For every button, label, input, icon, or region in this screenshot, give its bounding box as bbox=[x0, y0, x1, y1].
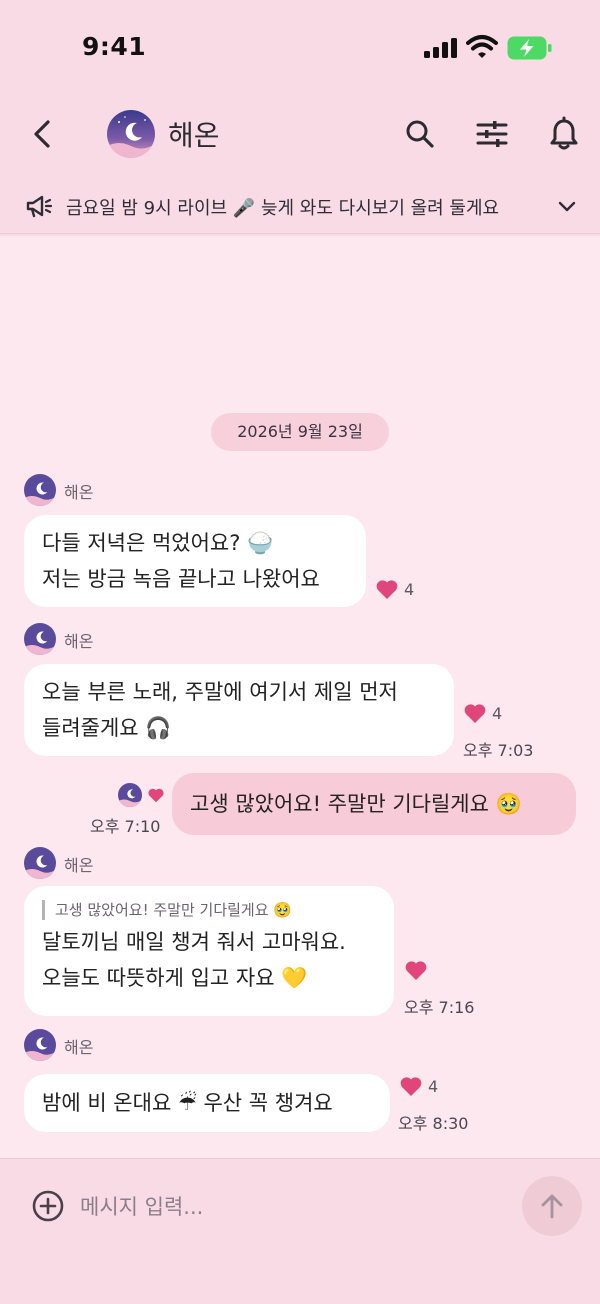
add-attachment-icon[interactable] bbox=[31, 1189, 65, 1223]
message-text: 들려줄게요 🎧 bbox=[42, 716, 172, 740]
sliders-icon[interactable] bbox=[474, 116, 510, 152]
heart-icon[interactable] bbox=[404, 959, 428, 981]
heart-icon[interactable] bbox=[147, 787, 165, 803]
arrow-up-icon bbox=[541, 1194, 563, 1219]
read-avatar bbox=[118, 783, 142, 807]
message-input[interactable] bbox=[80, 1181, 510, 1233]
search-icon[interactable] bbox=[402, 116, 438, 152]
moon-avatar-image bbox=[24, 1029, 56, 1061]
moon-avatar-image bbox=[118, 783, 142, 807]
moon-avatar-image bbox=[24, 847, 56, 879]
avatar[interactable] bbox=[107, 110, 155, 158]
signal-icon bbox=[424, 38, 457, 58]
chat-title: 해온 bbox=[168, 119, 220, 152]
message-text: 오늘 부른 노래, 주말에 여기서 제일 먼저 bbox=[42, 680, 398, 704]
avatar[interactable] bbox=[24, 623, 56, 655]
like-count: 4 bbox=[428, 1077, 439, 1096]
status-bar: 9:41 bbox=[0, 0, 600, 90]
avatar[interactable] bbox=[24, 847, 56, 879]
message-text: 고생 많았어요! 주말만 기다릴게요 🥹 bbox=[190, 792, 522, 816]
back-chevron-icon[interactable] bbox=[26, 116, 60, 152]
avatar[interactable] bbox=[24, 1029, 56, 1061]
message-bubble[interactable]: 오늘 부른 노래, 주말에 여기서 제일 먼저 들려줄게요 🎧 bbox=[24, 664, 454, 756]
announcement-banner[interactable]: 금요일 밤 9시 라이브 🎤 늦게 와도 다시보기 올려 둘게요 bbox=[0, 182, 600, 234]
bell-icon[interactable] bbox=[546, 116, 582, 152]
like-count: 4 bbox=[492, 704, 503, 723]
chat-header: 해온 bbox=[0, 100, 600, 170]
sender-name: 해온 bbox=[64, 1038, 94, 1057]
moon-avatar-image bbox=[24, 623, 56, 655]
megaphone-icon bbox=[26, 195, 53, 218]
message-text: 저는 방금 녹음 끝나고 나왔어요 bbox=[42, 567, 320, 591]
reply-quote[interactable]: 고생 많았어요! 주말만 기다릴게요 🥹 bbox=[42, 900, 376, 920]
heart-icon[interactable] bbox=[375, 578, 399, 600]
composer-bar bbox=[0, 1158, 600, 1304]
sender-name: 해온 bbox=[64, 856, 94, 875]
message-text: 달토끼님 매일 챙겨 줘서 고마워요. bbox=[42, 930, 346, 954]
heart-icon[interactable] bbox=[399, 1075, 423, 1097]
moon-avatar-image bbox=[24, 474, 56, 506]
battery-charging-icon bbox=[507, 36, 552, 60]
message-time: 오후 8:30 bbox=[398, 1114, 469, 1133]
message-time: 오후 7:10 bbox=[90, 817, 161, 836]
wifi-icon bbox=[466, 35, 498, 58]
sender-name: 해온 bbox=[64, 632, 94, 651]
message-text: 밤에 비 온대요 ☔ 우산 꼭 챙겨요 bbox=[42, 1091, 333, 1115]
message-text: 오늘도 따뜻하게 입고 자요 💛 bbox=[42, 966, 308, 990]
chevron-down-icon[interactable] bbox=[557, 198, 577, 214]
message-time: 오후 7:03 bbox=[463, 741, 534, 760]
heart-icon[interactable] bbox=[463, 702, 487, 724]
announcement-text: 금요일 밤 9시 라이브 🎤 늦게 와도 다시보기 올려 둘게요 bbox=[66, 198, 500, 219]
date-separator: 2026년 9월 23일 bbox=[211, 413, 389, 451]
message-bubble[interactable]: 다들 저녁은 먹었어요? 🍚 저는 방금 녹음 끝나고 나왔어요 bbox=[24, 515, 366, 607]
message-time: 오후 7:16 bbox=[404, 998, 475, 1017]
like-count: 4 bbox=[404, 580, 415, 599]
message-bubble[interactable]: 고생 많았어요! 주말만 기다릴게요 🥹 달토끼님 매일 챙겨 줘서 고마워요.… bbox=[24, 886, 394, 1016]
avatar[interactable] bbox=[24, 474, 56, 506]
message-text: 다들 저녁은 먹었어요? 🍚 bbox=[42, 531, 274, 555]
message-bubble[interactable]: 밤에 비 온대요 ☔ 우산 꼭 챙겨요 bbox=[24, 1074, 390, 1132]
sender-name: 해온 bbox=[64, 483, 94, 502]
moon-avatar-image bbox=[107, 110, 155, 158]
status-time: 9:41 bbox=[82, 32, 147, 61]
my-message-bubble[interactable]: 고생 많았어요! 주말만 기다릴게요 🥹 bbox=[172, 773, 576, 835]
top-bar: 9:41 해온 금요일 밤 9시 라이브 🎤 늦게 와도 다시보기 올려 둘게요 bbox=[0, 0, 600, 236]
send-button[interactable] bbox=[522, 1176, 582, 1236]
